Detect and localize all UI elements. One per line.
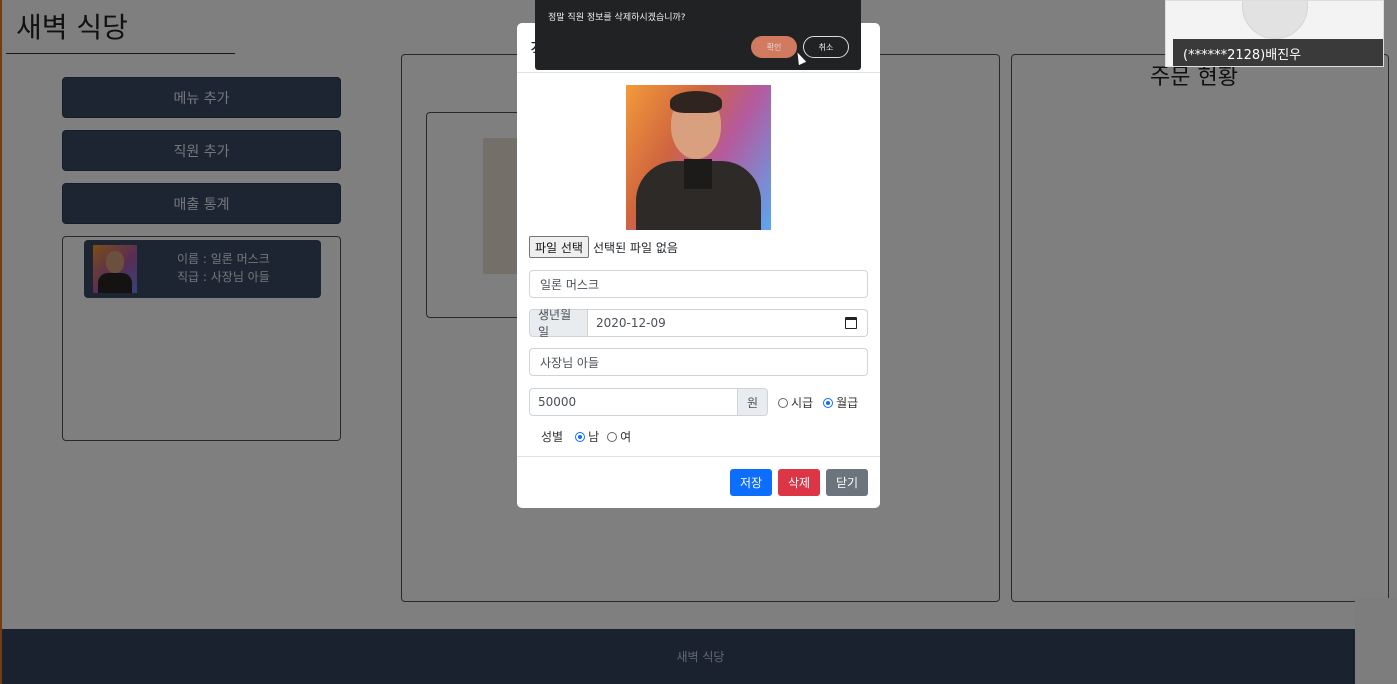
confirm-dialog: 정말 직원 정보를 삭제하시겠습니까? 확인 취소 (535, 0, 861, 70)
confirm-ok-button[interactable]: 확인 (751, 36, 797, 58)
side-scroll-area (1355, 598, 1397, 684)
video-call-tile[interactable]: (******2128)배진우 (1165, 0, 1384, 67)
confirm-message: 정말 직원 정보를 삭제하시겠습니까? (548, 13, 686, 23)
participant-label: (******2128)배진우 (1173, 39, 1383, 66)
confirm-cancel-button[interactable]: 취소 (803, 36, 849, 58)
avatar (1242, 1, 1308, 39)
modal-dim (517, 23, 880, 508)
